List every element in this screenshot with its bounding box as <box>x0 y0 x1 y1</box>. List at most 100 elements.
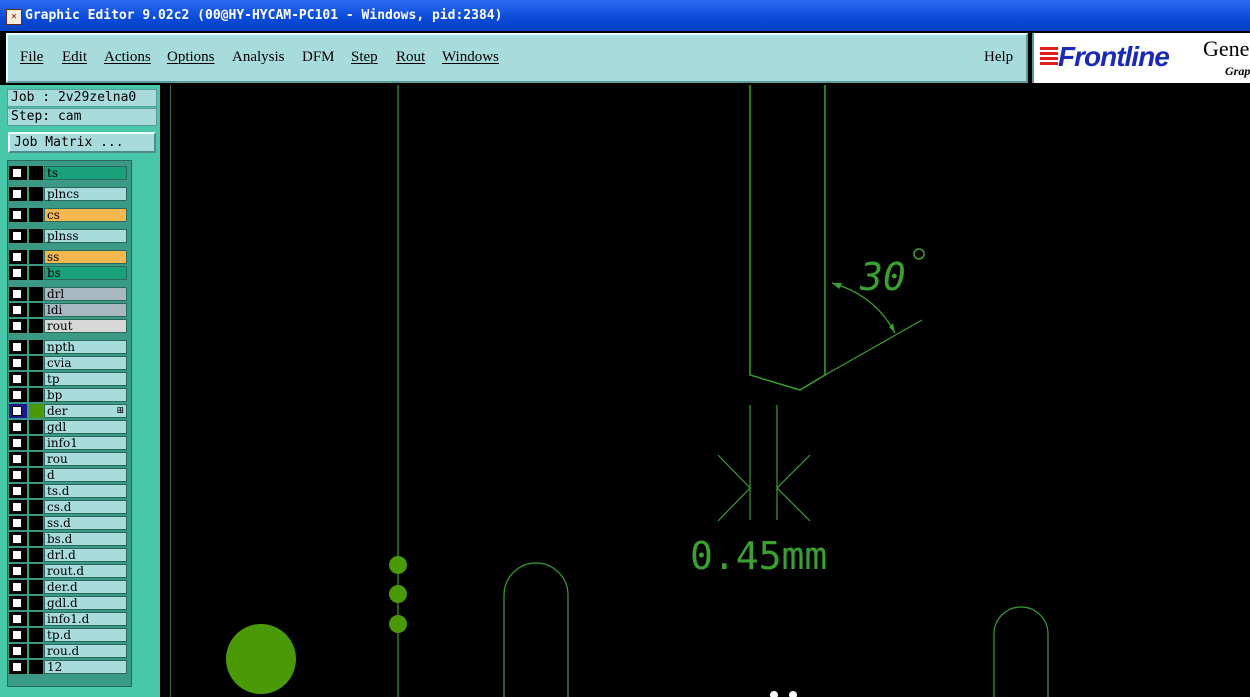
layer-name[interactable]: ss.d <box>44 516 127 530</box>
layer-row[interactable]: cs.d <box>9 500 129 514</box>
layer-color-swatch[interactable] <box>29 404 43 418</box>
layer-checkbox[interactable] <box>12 502 22 512</box>
layer-name[interactable]: plncs <box>44 187 127 201</box>
layer-color-swatch[interactable] <box>29 372 43 386</box>
layer-color-swatch[interactable] <box>29 468 43 482</box>
layer-color-swatch[interactable] <box>29 436 43 450</box>
layer-name[interactable]: drl <box>44 287 127 301</box>
layer-name[interactable]: rout.d <box>44 564 127 578</box>
layer-checkbox[interactable] <box>12 438 22 448</box>
layer-color-swatch[interactable] <box>29 229 43 243</box>
layer-checkbox-box[interactable] <box>9 644 27 658</box>
layer-checkbox[interactable] <box>12 390 22 400</box>
layer-checkbox-box[interactable] <box>9 208 27 222</box>
layer-row[interactable]: bs <box>9 266 129 280</box>
layer-checkbox-box[interactable] <box>9 303 27 317</box>
layer-checkbox[interactable] <box>12 168 22 178</box>
layer-checkbox[interactable] <box>12 550 22 560</box>
layer-name[interactable]: ss <box>44 250 127 264</box>
layer-name[interactable]: ts.d <box>44 484 127 498</box>
layer-checkbox[interactable] <box>12 582 22 592</box>
layer-name[interactable]: tp.d <box>44 628 127 642</box>
layer-color-swatch[interactable] <box>29 660 43 674</box>
layer-scrollbar[interactable] <box>134 160 156 697</box>
layer-checkbox-box[interactable] <box>9 404 27 418</box>
menu-step[interactable]: Step <box>351 49 378 66</box>
layer-name[interactable]: info1 <box>44 436 127 450</box>
layer-color-swatch[interactable] <box>29 287 43 301</box>
layer-row[interactable]: bp <box>9 388 129 402</box>
layer-row[interactable]: gdl <box>9 420 129 434</box>
layer-color-swatch[interactable] <box>29 548 43 562</box>
layer-row[interactable]: plncs <box>9 187 129 201</box>
layer-checkbox[interactable] <box>12 614 22 624</box>
layer-color-swatch[interactable] <box>29 250 43 264</box>
layer-row[interactable]: ts <box>9 166 129 180</box>
layer-name[interactable]: rout <box>44 319 127 333</box>
layer-color-swatch[interactable] <box>29 612 43 626</box>
layer-checkbox-box[interactable] <box>9 484 27 498</box>
layer-checkbox[interactable] <box>12 268 22 278</box>
layer-color-swatch[interactable] <box>29 628 43 642</box>
layer-checkbox[interactable] <box>12 518 22 528</box>
layer-checkbox-box[interactable] <box>9 287 27 301</box>
layer-name[interactable]: cs <box>44 208 127 222</box>
menu-help[interactable]: Help <box>984 49 1013 66</box>
layer-checkbox-box[interactable] <box>9 250 27 264</box>
layer-name[interactable]: ts <box>44 166 127 180</box>
layer-row[interactable]: 12 <box>9 660 129 674</box>
layer-row[interactable]: cvia <box>9 356 129 370</box>
menu-rout[interactable]: Rout <box>396 49 425 66</box>
layer-checkbox[interactable] <box>12 321 22 331</box>
layer-name[interactable]: gdl <box>44 420 127 434</box>
layer-row[interactable]: ts.d <box>9 484 129 498</box>
layer-row[interactable]: drl.d <box>9 548 129 562</box>
layer-color-swatch[interactable] <box>29 596 43 610</box>
layer-checkbox[interactable] <box>12 252 22 262</box>
layer-row[interactable]: tp <box>9 372 129 386</box>
layer-row[interactable]: rout.d <box>9 564 129 578</box>
layer-checkbox-box[interactable] <box>9 187 27 201</box>
menu-windows[interactable]: Windows <box>442 49 499 66</box>
layer-name[interactable]: cs.d <box>44 500 127 514</box>
layer-name[interactable]: info1.d <box>44 612 127 626</box>
layer-row[interactable]: der.d <box>9 580 129 594</box>
layer-checkbox-box[interactable] <box>9 372 27 386</box>
layer-name[interactable]: der ⊞ <box>44 404 127 418</box>
layer-checkbox[interactable] <box>12 486 22 496</box>
app-icon[interactable]: ✕ <box>6 9 22 25</box>
layer-name[interactable]: d <box>44 468 127 482</box>
layer-checkbox-box[interactable] <box>9 500 27 514</box>
layer-color-swatch[interactable] <box>29 484 43 498</box>
layer-row[interactable]: rou <box>9 452 129 466</box>
layer-row[interactable]: drl <box>9 287 129 301</box>
layer-color-swatch[interactable] <box>29 564 43 578</box>
layer-row[interactable]: tp.d <box>9 628 129 642</box>
layer-checkbox-box[interactable] <box>9 436 27 450</box>
layer-checkbox[interactable] <box>12 470 22 480</box>
layer-checkbox[interactable] <box>12 646 22 656</box>
menu-actions[interactable]: Actions <box>104 49 151 66</box>
layer-checkbox-box[interactable] <box>9 356 27 370</box>
layer-checkbox-box[interactable] <box>9 229 27 243</box>
layer-checkbox[interactable] <box>12 422 22 432</box>
layer-checkbox-box[interactable] <box>9 628 27 642</box>
menu-edit[interactable]: Edit <box>62 49 87 66</box>
layer-checkbox[interactable] <box>12 598 22 608</box>
layer-checkbox-box[interactable] <box>9 548 27 562</box>
menu-dfm[interactable]: DFM <box>302 49 335 66</box>
layer-checkbox[interactable] <box>12 289 22 299</box>
layer-color-swatch[interactable] <box>29 266 43 280</box>
layer-name[interactable]: ldi <box>44 303 127 317</box>
layer-checkbox-box[interactable] <box>9 468 27 482</box>
layer-color-swatch[interactable] <box>29 580 43 594</box>
menu-analysis[interactable]: Analysis <box>232 49 285 66</box>
layer-name[interactable]: bs.d <box>44 532 127 546</box>
menu-file[interactable]: File <box>20 49 43 66</box>
layer-row[interactable]: cs <box>9 208 129 222</box>
layer-name[interactable]: der.d <box>44 580 127 594</box>
layer-name[interactable]: npth <box>44 340 127 354</box>
graphic-canvas[interactable]: 30 0.45mm <box>160 85 1250 697</box>
layer-checkbox[interactable] <box>12 189 22 199</box>
layer-checkbox-box[interactable] <box>9 564 27 578</box>
